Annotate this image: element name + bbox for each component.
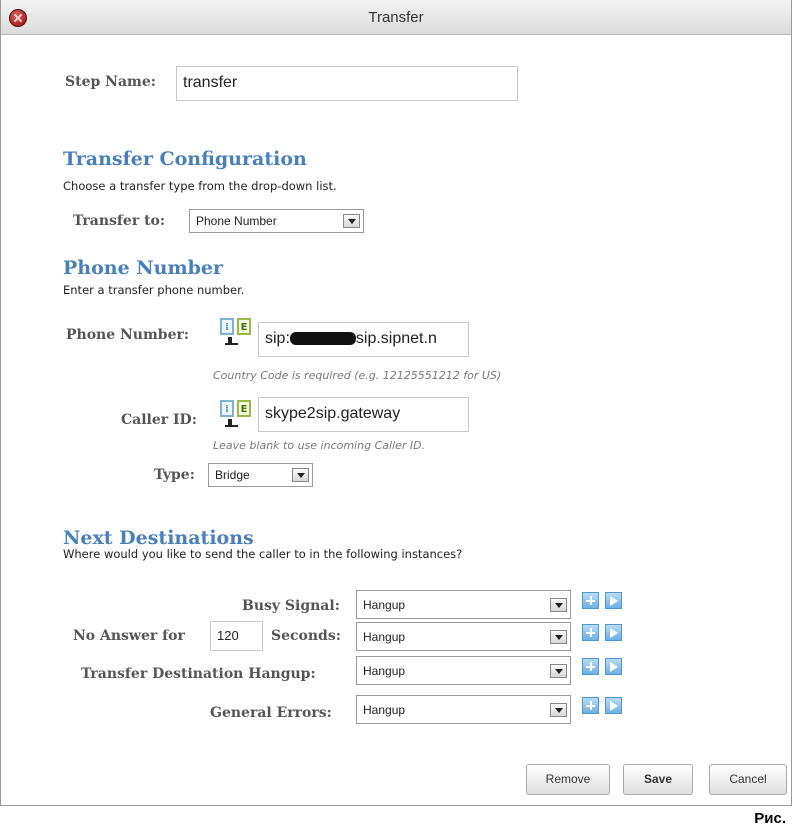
seconds-label: Seconds: — [271, 628, 341, 644]
transfer-configuration-description: Choose a transfer type from the drop-dow… — [63, 179, 337, 193]
caller-id-label: Caller ID: — [121, 412, 197, 428]
transfer-to-label: Transfer to: — [73, 213, 166, 229]
chevron-down-icon — [550, 629, 567, 644]
type-value: Bridge — [215, 468, 250, 482]
no-answer-seconds-value: 120 — [217, 628, 239, 643]
type-label: Type: — [154, 467, 195, 483]
caller-id-input[interactable]: skype2sip.gateway — [258, 397, 469, 432]
contact-picker-icon[interactable]: ⁞ E — [220, 318, 252, 348]
add-destination-icon[interactable] — [582, 624, 599, 641]
chevron-down-icon — [550, 702, 567, 717]
next-destinations-heading: Next Destinations — [63, 527, 254, 549]
destination-hangup-value: Hangup — [363, 663, 406, 678]
phone-number-label: Phone Number: — [66, 327, 190, 343]
no-answer-seconds-input[interactable]: 120 — [210, 621, 263, 651]
chevron-down-icon — [343, 214, 360, 228]
phone-number-input[interactable]: sip: sip.sipnet.n — [258, 322, 469, 357]
add-destination-icon[interactable] — [582, 658, 599, 675]
transfer-configuration-heading: Transfer Configuration — [63, 148, 307, 170]
phone-number-heading: Phone Number — [63, 257, 223, 279]
general-errors-label: General Errors: — [210, 705, 332, 721]
next-destinations-description: Where would you like to send the caller … — [63, 547, 463, 561]
destination-hangup-label: Transfer Destination Hangup: — [81, 666, 316, 682]
chevron-down-icon — [550, 597, 567, 612]
busy-signal-label: Busy Signal: — [242, 598, 340, 614]
go-to-destination-icon[interactable] — [605, 658, 622, 675]
figure-caption: Рис. — [754, 810, 786, 827]
caller-id-hint: Leave blank to use incoming Caller ID. — [213, 439, 426, 452]
type-select[interactable]: Bridge — [208, 463, 313, 487]
phone-number-description: Enter a transfer phone number. — [63, 283, 245, 297]
chevron-down-icon — [550, 663, 567, 678]
cancel-button[interactable]: Cancel — [709, 764, 787, 795]
go-to-destination-icon[interactable] — [605, 592, 622, 609]
add-destination-icon[interactable] — [582, 697, 599, 714]
window-title: Transfer — [368, 9, 424, 26]
no-answer-value: Hangup — [363, 629, 406, 644]
phone-number-prefix: sip: — [265, 330, 290, 347]
go-to-destination-icon[interactable] — [605, 624, 622, 641]
step-name-input[interactable]: transfer — [176, 66, 518, 101]
step-name-value: transfer — [183, 74, 238, 91]
no-answer-select[interactable]: Hangup — [356, 622, 571, 651]
redaction-mark — [289, 332, 356, 346]
contact-picker-icon[interactable]: ⁞ E — [220, 400, 252, 430]
go-to-destination-icon[interactable] — [605, 697, 622, 714]
busy-signal-select[interactable]: Hangup — [356, 590, 571, 619]
chevron-down-icon — [292, 468, 309, 482]
remove-button[interactable]: Remove — [526, 764, 610, 795]
busy-signal-value: Hangup — [363, 597, 406, 612]
phone-number-suffix: sip.sipnet.n — [355, 330, 437, 347]
transfer-to-value: Phone Number — [196, 214, 277, 228]
caller-id-value: skype2sip.gateway — [265, 405, 401, 422]
general-errors-value: Hangup — [363, 702, 406, 717]
no-answer-label: No Answer for — [73, 628, 185, 644]
phone-number-hint: Country Code is required (e.g. 121255512… — [213, 369, 502, 382]
step-name-label: Step Name: — [65, 74, 156, 90]
general-errors-select[interactable]: Hangup — [356, 695, 571, 724]
phone-icon — [225, 419, 238, 428]
save-button[interactable]: Save — [623, 764, 693, 795]
transfer-dialog: Transfer Step Name: transfer Transfer Co… — [0, 0, 792, 806]
add-destination-icon[interactable] — [582, 592, 599, 609]
transfer-to-select[interactable]: Phone Number — [189, 209, 364, 233]
title-bar: Transfer — [1, 0, 791, 35]
destination-hangup-select[interactable]: Hangup — [356, 656, 571, 685]
phone-icon — [225, 337, 238, 346]
